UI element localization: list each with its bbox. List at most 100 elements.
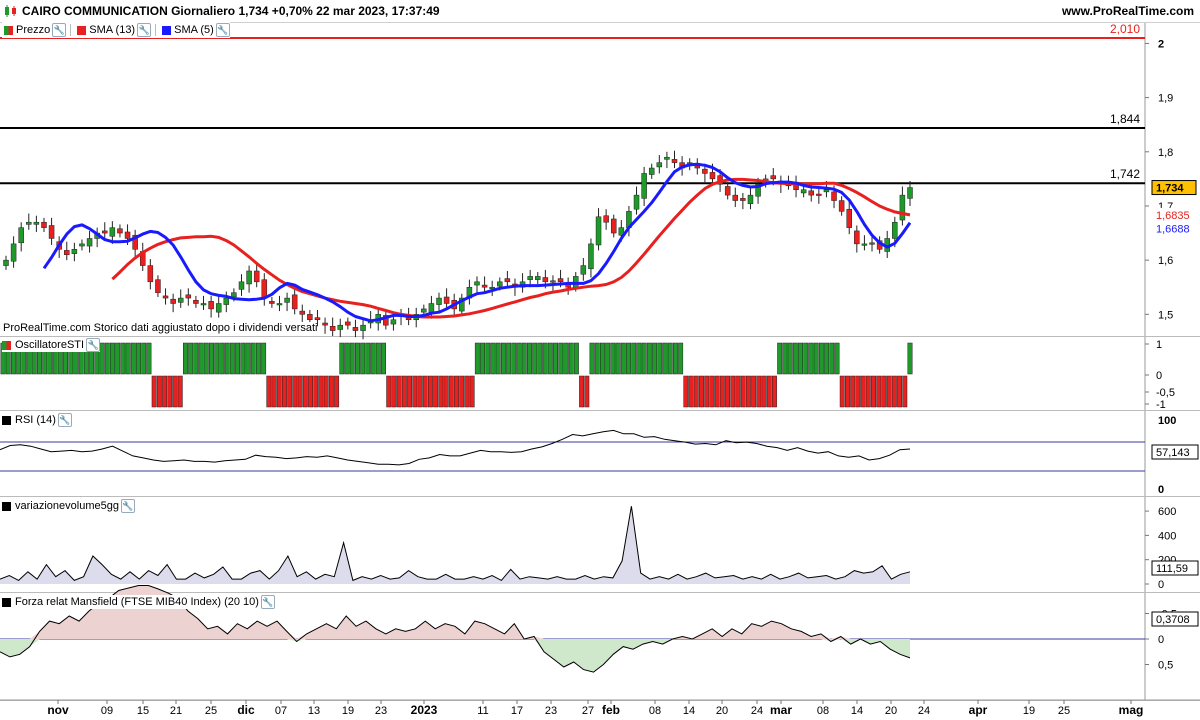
- candle-body: [185, 294, 192, 299]
- candles-logo-icon: [5, 5, 16, 17]
- sti-bar: [500, 342, 506, 375]
- candle-body: [215, 303, 222, 313]
- x-tick-label: 08: [817, 705, 829, 717]
- wrench-icon[interactable]: 🔧: [260, 595, 275, 609]
- x-tick-label: 19: [342, 705, 354, 717]
- sti-bar: [203, 342, 209, 375]
- sma13-last-tag: 1,6835: [1156, 210, 1190, 222]
- candle-body: [86, 238, 93, 247]
- candle-body: [846, 208, 852, 228]
- sti-tick-label: 1: [1156, 339, 1162, 351]
- sti-bar: [141, 342, 147, 375]
- sti-bar: [219, 342, 225, 375]
- legend-price-label[interactable]: Prezzo: [16, 24, 50, 36]
- rsi-tick-label: 0: [1158, 484, 1164, 496]
- sti-bar: [844, 375, 850, 408]
- wrench-icon[interactable]: 🔧: [215, 23, 230, 37]
- candle-body: [26, 221, 32, 225]
- sti-bar: [188, 342, 194, 375]
- candle-body: [899, 194, 906, 221]
- sti-bar: [266, 375, 272, 408]
- x-tick-label: 23: [375, 705, 387, 717]
- rsi-panel-label[interactable]: RSI (14) 🔧: [2, 413, 72, 427]
- sti-bar: [636, 342, 642, 375]
- sti-bar: [839, 375, 845, 408]
- sti-bar: [568, 342, 574, 375]
- mansfield-tick-label: 0,5: [1158, 660, 1173, 672]
- sti-bar: [355, 342, 360, 375]
- sti-bar: [182, 342, 188, 375]
- chart-window: 1,5 1,6 1,7 1,8 1,9 2 2,010 1,844 1,742 1,6835 1,6…: [0, 0, 1200, 720]
- sti-bar: [334, 375, 340, 408]
- sti-bar: [641, 342, 647, 375]
- wrench-icon[interactable]: 🔧: [86, 338, 101, 352]
- mansfield-panel-label[interactable]: Forza relat Mansfield (FTSE MIB40 Index)…: [2, 595, 275, 609]
- sti-bar: [235, 342, 241, 375]
- sti-bar: [662, 342, 668, 375]
- x-tick-label: 08: [649, 705, 661, 717]
- x-tick-label: 09: [101, 705, 113, 717]
- candle-body: [656, 162, 663, 168]
- candle-body: [800, 189, 807, 194]
- sti-bar: [485, 342, 491, 375]
- sti-bar: [511, 342, 517, 375]
- wrench-icon[interactable]: 🔧: [52, 23, 67, 37]
- panel-color-swatch: [2, 597, 11, 607]
- sti-bar: [349, 342, 355, 375]
- sti-bar: [302, 375, 308, 408]
- sti-bar: [667, 342, 673, 375]
- sti-bar: [777, 342, 783, 375]
- candle-body: [299, 310, 306, 315]
- wrench-icon[interactable]: 🔧: [120, 499, 135, 513]
- y-tick-label: 1,9: [1158, 93, 1173, 105]
- sti-bar: [292, 375, 298, 408]
- candle-body: [238, 281, 245, 290]
- volume-line: [0, 506, 911, 582]
- sti-bar: [527, 342, 532, 375]
- sti-bar: [120, 342, 126, 375]
- sti-bar: [412, 375, 418, 408]
- wrench-icon[interactable]: 🔧: [57, 413, 72, 427]
- candle-body: [664, 156, 670, 160]
- legend-sma5-label[interactable]: SMA (5): [174, 24, 214, 36]
- sti-bar: [110, 342, 115, 375]
- sti-bar: [620, 342, 626, 375]
- sti-panel-label[interactable]: OscillatoreSTI 🔧: [2, 338, 101, 352]
- x-tick-label: 13: [308, 705, 320, 717]
- candle-body: [671, 159, 678, 163]
- candle-body: [345, 321, 351, 326]
- volume-area: [0, 506, 910, 584]
- candle-body: [314, 317, 321, 320]
- sti-bar: [480, 342, 486, 375]
- sti-bar: [422, 375, 428, 408]
- sti-bar: [584, 375, 590, 408]
- legend-sma13-label[interactable]: SMA (13): [89, 24, 135, 36]
- candle-body: [603, 215, 609, 223]
- candle-body: [177, 297, 184, 303]
- candle-body: [481, 284, 488, 288]
- sti-bar: [193, 342, 199, 375]
- candle-body: [390, 319, 397, 325]
- sti-bar: [652, 342, 658, 375]
- candle-body: [443, 296, 450, 304]
- sti-bar: [396, 375, 402, 408]
- sti-bar: [865, 375, 871, 408]
- volume-panel-label[interactable]: variazionevolume5gg 🔧: [2, 499, 135, 513]
- sti-bar: [250, 342, 256, 375]
- candle-body: [64, 250, 70, 255]
- sti-bar: [532, 342, 538, 375]
- price-chart[interactable]: 1,51,61,71,81,922,0101,8441,7421,68351,6…: [0, 0, 1200, 720]
- sti-bar: [261, 342, 267, 375]
- wrench-icon[interactable]: 🔧: [137, 23, 152, 37]
- sti-bar: [229, 342, 235, 375]
- sti-bar: [563, 342, 569, 375]
- sti-bar: [209, 342, 214, 375]
- candle-body: [816, 193, 822, 196]
- candle-body: [33, 221, 40, 225]
- sti-bar: [709, 375, 715, 408]
- candle-body: [747, 194, 754, 205]
- x-tick-label: nov: [47, 703, 69, 717]
- sti-bar: [506, 342, 512, 375]
- brand-link[interactable]: www.ProRealTime.com: [1062, 4, 1194, 18]
- horizontal-line-label: 1,844: [1110, 112, 1140, 126]
